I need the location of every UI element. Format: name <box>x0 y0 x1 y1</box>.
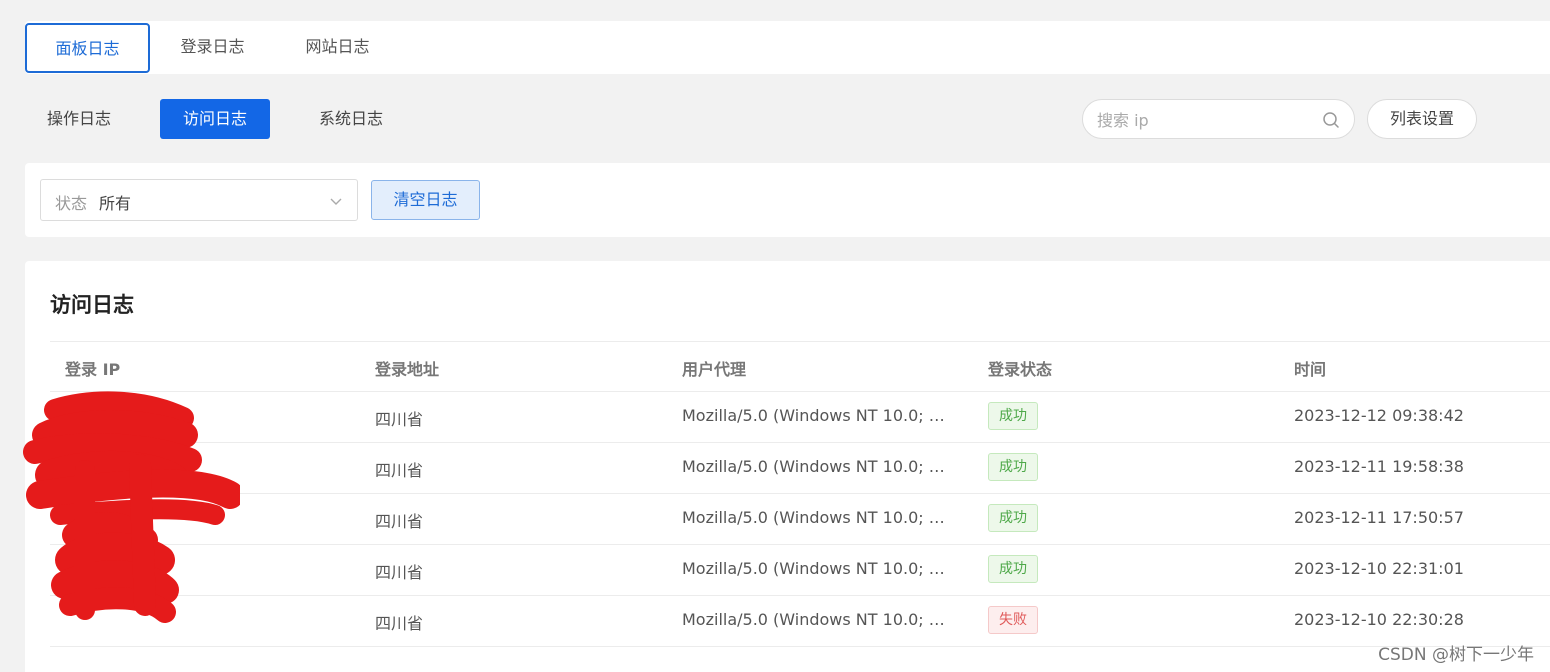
table-row: 四川省 Mozilla/5.0 (Windows NT 10.0; … 成功 2… <box>50 392 1550 443</box>
status-badge: 成功 <box>988 555 1038 583</box>
status-badge: 成功 <box>988 453 1038 481</box>
table-row: 四川省 Mozilla/5.0 (Windows NT 10.0; … 失败 2… <box>50 596 1550 647</box>
table-row: 四川省 Mozilla/5.0 (Windows NT 10.0; … 成功 2… <box>50 494 1550 545</box>
table-row: 四川省 Mozilla/5.0 (Windows NT 10.0; … 成功 2… <box>50 545 1550 596</box>
filter-bar: 状态 所有 清空日志 <box>25 163 1550 237</box>
status-badge: 成功 <box>988 402 1038 430</box>
cell-status: 失败 <box>988 606 1038 634</box>
header-login-status: 登录状态 <box>988 360 1053 379</box>
access-log-table: 登录 IP 登录地址 用户代理 登录状态 时间 四川省 Mozilla/5.0 … <box>50 341 1550 647</box>
cell-location: 四川省 <box>375 512 424 531</box>
cell-status: 成功 <box>988 453 1038 481</box>
search-input[interactable] <box>1097 109 1312 131</box>
search-icon[interactable] <box>1322 111 1340 129</box>
cell-status: 成功 <box>988 402 1038 430</box>
top-tab-bar: 面板日志 登录日志 网站日志 <box>25 21 1550 74</box>
access-log-card: 访问日志 登录 IP 登录地址 用户代理 登录状态 时间 四川省 Mozilla… <box>25 261 1550 672</box>
table-header: 登录 IP 登录地址 用户代理 登录状态 时间 <box>50 341 1550 392</box>
subtab-operation-log[interactable]: 操作日志 <box>33 99 125 139</box>
tab-login-log[interactable]: 登录日志 <box>165 23 260 73</box>
cell-user-agent: Mozilla/5.0 (Windows NT 10.0; … <box>682 406 945 425</box>
cell-location: 四川省 <box>375 461 424 480</box>
tab-panel-log[interactable]: 面板日志 <box>25 23 150 73</box>
header-time: 时间 <box>1294 360 1327 379</box>
cell-status: 成功 <box>988 504 1038 532</box>
subtab-system-log[interactable]: 系统日志 <box>300 99 402 139</box>
table-row: 四川省 Mozilla/5.0 (Windows NT 10.0; … 成功 2… <box>50 443 1550 494</box>
watermark: CSDN @树下一少年 <box>1378 645 1534 665</box>
status-select-value: 所有 <box>99 194 132 213</box>
tab-site-log[interactable]: 网站日志 <box>290 23 385 73</box>
header-login-location: 登录地址 <box>375 360 440 379</box>
cell-user-agent: Mozilla/5.0 (Windows NT 10.0; … <box>682 508 945 527</box>
cell-status: 成功 <box>988 555 1038 583</box>
cell-location: 四川省 <box>375 614 424 633</box>
cell-time: 2023-12-10 22:31:01 <box>1294 559 1464 578</box>
cell-user-agent: Mozilla/5.0 (Windows NT 10.0; … <box>682 559 945 578</box>
cell-time: 2023-12-11 17:50:57 <box>1294 508 1464 527</box>
header-user-agent: 用户代理 <box>682 360 747 379</box>
chevron-down-icon <box>330 198 342 205</box>
status-badge: 成功 <box>988 504 1038 532</box>
cell-time: 2023-12-11 19:58:38 <box>1294 457 1464 476</box>
clear-log-button[interactable]: 清空日志 <box>371 180 480 220</box>
search-box <box>1082 99 1355 139</box>
cell-user-agent: Mozilla/5.0 (Windows NT 10.0; … <box>682 457 945 476</box>
status-badge: 失败 <box>988 606 1038 634</box>
subtab-access-log[interactable]: 访问日志 <box>160 99 270 139</box>
status-select-label: 状态 <box>55 194 88 213</box>
status-select[interactable]: 状态 所有 <box>40 179 358 221</box>
cell-location: 四川省 <box>375 410 424 429</box>
header-login-ip: 登录 IP <box>65 360 121 379</box>
cell-time: 2023-12-10 22:30:28 <box>1294 610 1464 629</box>
cell-location: 四川省 <box>375 563 424 582</box>
cell-time: 2023-12-12 09:38:42 <box>1294 406 1464 425</box>
card-title: 访问日志 <box>50 293 134 317</box>
cell-user-agent: Mozilla/5.0 (Windows NT 10.0; … <box>682 610 945 629</box>
column-settings-button[interactable]: 列表设置 <box>1367 99 1477 139</box>
redaction-scribble <box>23 391 240 623</box>
